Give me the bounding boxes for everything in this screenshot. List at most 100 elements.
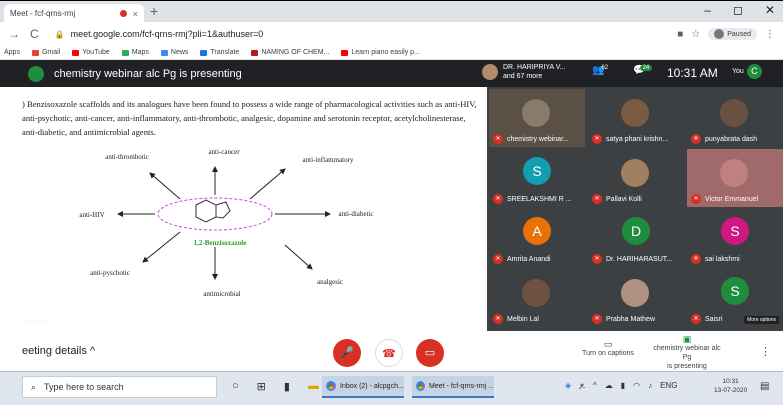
profile-button[interactable]: Paused xyxy=(708,28,757,40)
participant-tile[interactable]: ✕ Melbin Lal xyxy=(489,269,585,327)
participant-tile[interactable]: ✕ Victor Emmanuel xyxy=(687,149,783,207)
participant-name-row: ✕ Amrita Anandi xyxy=(493,254,551,264)
youtube-icon xyxy=(341,49,349,56)
tray-app-icon[interactable]: ◈ xyxy=(565,381,571,391)
profile-status: Paused xyxy=(727,30,751,38)
bookmark-star-icon[interactable]: ☆ xyxy=(691,29,700,40)
taskbar-item-icon[interactable]: ▮ xyxy=(284,380,290,393)
participant-name: SREELAKSHMI R ... xyxy=(507,195,572,203)
participant-name: Amrita Anandi xyxy=(507,255,551,263)
participant-grid: ✕ chemistry webinar... ✕ satya phani krishn… xyxy=(487,87,783,331)
activity-diagram: anti-cancer anti-thrombotic anti-inflamm… xyxy=(79,148,373,298)
chat-button[interactable]: 💬24 xyxy=(633,65,653,76)
url-field[interactable]: 🔒 meet.google.com/fcf-qrns-rmj?pli=1&aut… xyxy=(49,25,668,43)
minimize-button[interactable]: – xyxy=(704,3,711,17)
participant-tile[interactable]: S ✕ SREELAKSHMI R ... xyxy=(489,149,585,207)
participant-photo xyxy=(621,159,649,187)
taskbar-search[interactable]: ⌕ Type here to search xyxy=(22,376,217,398)
camera-off-button[interactable]: ▭ xyxy=(416,339,444,367)
url-text: meet.google.com/fcf-qrns-rmj?pli=1&authu… xyxy=(70,29,264,39)
participant-tile[interactable]: S ✕ sai lakshmi xyxy=(687,209,783,267)
participant-tile[interactable]: ✕ Prabha Mathew xyxy=(588,269,684,327)
bookmark-apps[interactable]: Apps xyxy=(4,49,20,56)
new-tab-button[interactable]: + xyxy=(150,3,158,19)
meeting-details-button[interactable]: eeting details ^ xyxy=(22,345,95,357)
task-view-icon[interactable]: ⊞ xyxy=(257,380,266,393)
browser-menu-icon[interactable]: ⋮ xyxy=(765,29,775,40)
mic-muted-icon: ✕ xyxy=(493,254,503,264)
participant-name-row: ✕ Prabha Mathew xyxy=(592,314,655,324)
bookmark-translate[interactable]: Translate xyxy=(200,49,239,56)
mic-muted-icon: ✕ xyxy=(493,194,503,204)
people-icon[interactable]: ዾ xyxy=(579,381,585,391)
participant-name-row: ✕ Victor Emmanuel xyxy=(691,194,758,204)
onedrive-icon[interactable]: ☁ xyxy=(605,381,613,391)
participant-name: punyabrata dash xyxy=(705,135,758,143)
slide-toolbar[interactable]: ◌ ◌ ◌ ◌ xyxy=(22,317,48,326)
volume-icon[interactable]: ♪ xyxy=(648,381,652,391)
more-options-icon[interactable]: ⋮ xyxy=(760,345,771,358)
close-tab-icon[interactable]: × xyxy=(133,9,138,19)
participant-tile[interactable]: A ✕ Amrita Anandi xyxy=(489,209,585,267)
taskbar-clock[interactable]: 10:31 13-07-2020 xyxy=(714,377,747,395)
taskbar-app-meet[interactable]: Meet - fcf-qrns-rmj ... xyxy=(412,376,494,398)
you-label: You xyxy=(732,68,744,75)
bookmark-naming[interactable]: NAMING OF CHEM... xyxy=(251,49,329,56)
captions-button[interactable]: ▭ Turn on captions xyxy=(573,339,643,357)
hang-up-button[interactable]: ☎ xyxy=(375,339,403,367)
people-button[interactable]: 👥62 xyxy=(592,65,611,76)
mic-muted-icon: ✕ xyxy=(691,314,701,324)
participant-initial: A xyxy=(523,217,551,245)
language-indicator[interactable]: ENG xyxy=(660,381,677,391)
label-bottom-left: anti-pyschotic xyxy=(90,269,130,277)
participant-photo xyxy=(522,99,550,127)
browser-tab[interactable]: Meet - fcf-qrns-rmj × xyxy=(4,4,144,23)
close-window-button[interactable]: ✕ xyxy=(765,3,775,17)
participant-photo xyxy=(621,279,649,307)
maximize-button[interactable]: ◻ xyxy=(733,3,743,17)
presenting-line2: is presenting xyxy=(667,363,707,370)
presenting-status-button[interactable]: ▣ chemistry webinar alc Pg is presenting xyxy=(652,335,722,371)
file-explorer-icon[interactable]: ▬ xyxy=(308,380,319,393)
participant-name-row: ✕ Dr. HARIHARASUT... xyxy=(592,254,672,264)
window-controls: – ◻ ✕ xyxy=(704,3,775,17)
participant-tile[interactable]: ✕ satya phani krishn... xyxy=(588,89,684,147)
camera-indicator-icon[interactable]: ■ xyxy=(677,29,683,40)
bookmark-piano[interactable]: Learn piano easily p... xyxy=(341,49,420,56)
bookmark-maps[interactable]: Maps xyxy=(121,49,149,56)
participant-tile[interactable]: ✕ chemistry webinar... xyxy=(489,89,585,147)
search-placeholder: Type here to search xyxy=(44,382,124,392)
participant-initial: S xyxy=(721,217,749,245)
meeting-clock: 10:31 AM xyxy=(667,66,718,80)
back-icon[interactable]: → xyxy=(8,27,20,41)
participant-tile[interactable]: ✕ punyabrata dash xyxy=(687,89,783,147)
recording-icon xyxy=(119,10,127,17)
participant-name-row: ✕ chemistry webinar... xyxy=(493,134,569,144)
youtube-icon xyxy=(72,49,80,56)
presenter-name: DR. HARIPRIYA V... xyxy=(503,64,566,71)
captions-icon: ▭ xyxy=(603,339,613,349)
presenter-info[interactable]: DR. HARIPRIYA V... and 67 more xyxy=(482,63,573,81)
reload-icon[interactable]: C xyxy=(30,27,39,41)
lock-icon: 🔒 xyxy=(54,29,65,39)
pdf-icon xyxy=(251,49,259,56)
meet-left-strip xyxy=(0,60,22,87)
self-view[interactable]: You C xyxy=(732,64,762,79)
participant-tile[interactable]: D ✕ Dr. HARIHARASUT... xyxy=(588,209,684,267)
cortana-icon[interactable]: ○ xyxy=(232,380,239,393)
participant-tile[interactable]: S ✕ Saisri More options xyxy=(687,269,783,327)
wifi-icon[interactable]: ◠ xyxy=(633,381,640,391)
label-bottom: antimicrobial xyxy=(203,290,240,298)
participant-name: chemistry webinar... xyxy=(507,135,569,143)
taskbar-app-inbox[interactable]: Inbox (2) - alcpgch... xyxy=(322,376,404,398)
notification-icon[interactable]: ▤ xyxy=(760,381,769,392)
participant-photo xyxy=(522,279,550,307)
participant-tile[interactable]: ✕ Pallavi Kolli xyxy=(588,149,684,207)
bookmark-gmail[interactable]: Gmail xyxy=(31,49,60,56)
tray-overflow-icon[interactable]: ^ xyxy=(593,381,597,391)
bookmark-news[interactable]: News xyxy=(160,49,188,56)
mic-off-button[interactable]: 🎤 xyxy=(333,339,361,367)
battery-icon[interactable]: ▮ xyxy=(621,381,625,391)
bookmark-youtube[interactable]: YouTube xyxy=(72,49,110,56)
participant-name-row: ✕ punyabrata dash xyxy=(691,134,757,144)
